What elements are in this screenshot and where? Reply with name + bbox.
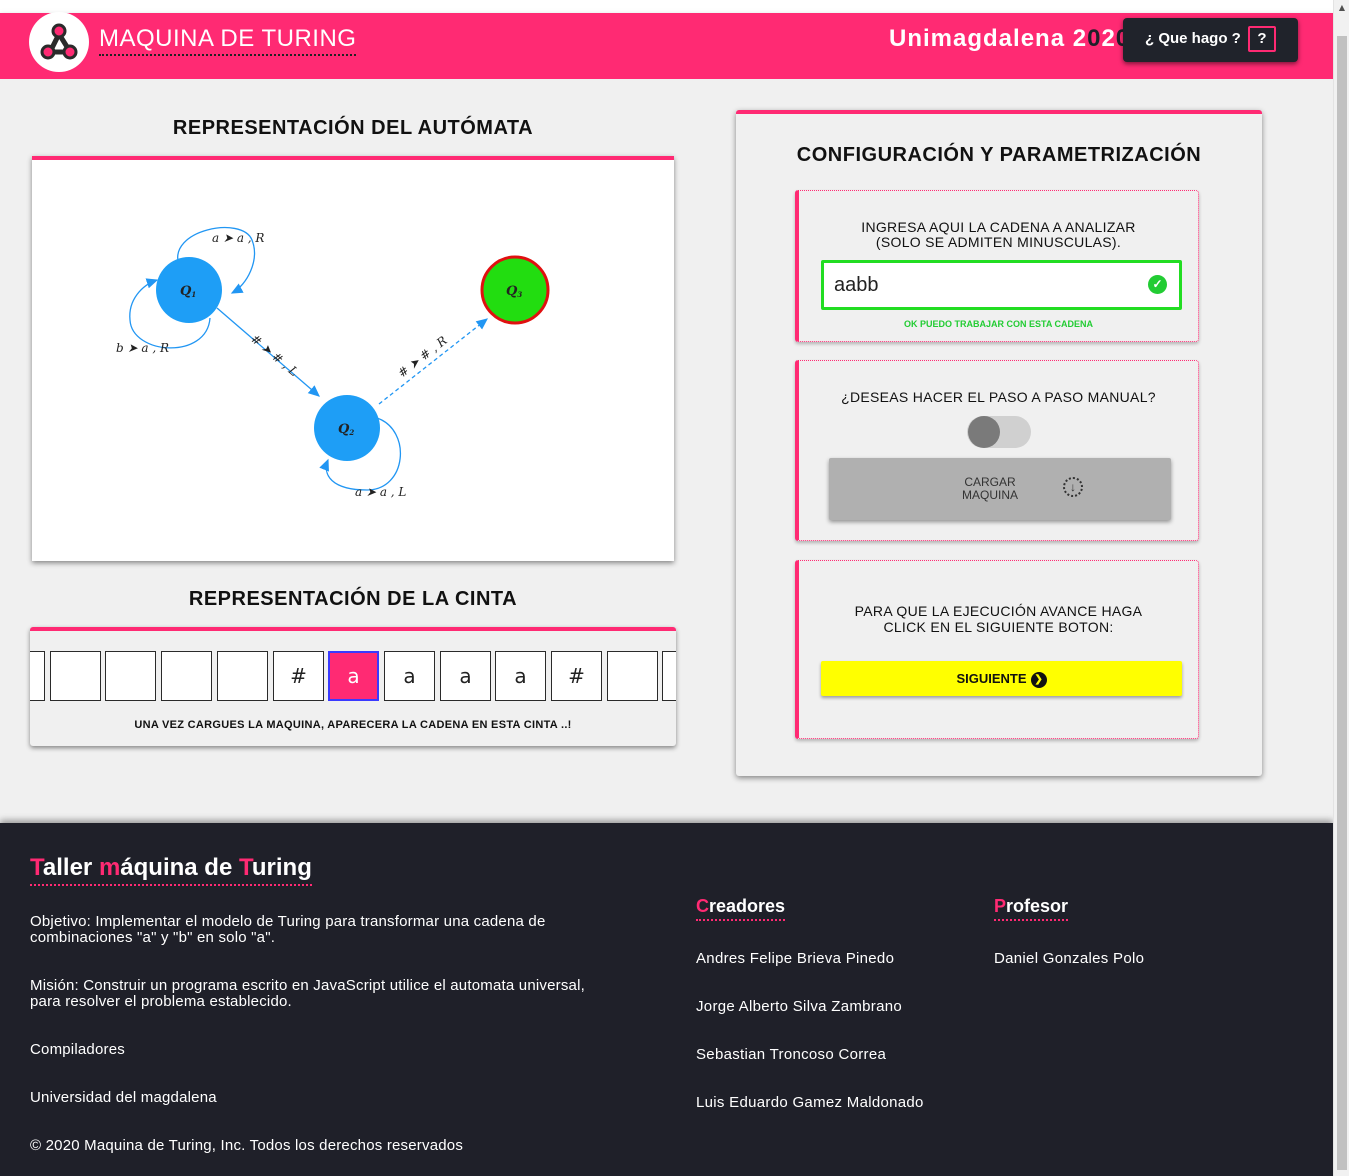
transition-label-q1-q1-a: a ➤ a , R xyxy=(212,231,264,245)
footer-title: Taller máquina de Turing xyxy=(30,854,312,886)
load-label-line-2: MAQUINA xyxy=(961,488,1018,502)
next-button-label: SIGUIENTE xyxy=(956,671,1027,686)
app-title-letter-t: T xyxy=(261,25,277,52)
check-circle-icon: ✓ xyxy=(1148,275,1167,294)
question-icon: ? xyxy=(1248,26,1276,52)
input-card: INGRESA AQUI LA CADENA A ANALIZAR (SOLO … xyxy=(795,190,1199,342)
string-input-value: aabb xyxy=(834,274,879,296)
top-navbar: MAQUINA DE TURING Unimagdalena 2020 ¿ Qu… xyxy=(0,12,1333,79)
tape-cell xyxy=(30,651,45,701)
input-label-1: INGRESA AQUI LA CADENA A ANALIZAR xyxy=(861,219,1136,235)
arrow-right-circle-icon: ❯ xyxy=(1030,671,1047,688)
footer-objective-2: combinaciones "a" y "b" en solo "a". xyxy=(30,929,276,946)
professor-title-p: P xyxy=(994,896,1007,916)
creators-title-c: C xyxy=(696,896,709,916)
scroll-up-arrow-icon[interactable]: ▲ xyxy=(1334,0,1349,16)
transition-label-q1-q2: # ➤ # , L xyxy=(248,332,301,380)
creators-title-rest: readores xyxy=(709,896,786,916)
creators-title: Creadores xyxy=(696,896,786,921)
app-title-end: URING xyxy=(276,25,357,52)
footer-mission-2: para resolver el problema establecido. xyxy=(30,993,292,1010)
download-icon: ↓ xyxy=(1063,477,1083,497)
tape-cell: # xyxy=(273,651,324,701)
scrollbar-thumb[interactable] xyxy=(1337,36,1347,1170)
footer: Taller máquina de Turing Objetivo: Imple… xyxy=(0,823,1333,1176)
tape-cell: a xyxy=(384,651,435,701)
transition-label-q2-q2: a ➤ a , L xyxy=(355,485,406,499)
footer-title-t: T xyxy=(30,854,43,881)
load-machine-button[interactable]: CARGAR MAQUINA ↓ xyxy=(829,458,1171,520)
input-label-2: (SOLO SE ADMITEN MINUSCULAS). xyxy=(875,234,1122,250)
footer-university: Universidad del magdalena xyxy=(30,1089,217,1106)
automaton-graph: Q1 Q2 Q3 a ➤ a , R b ➤ a , R a ➤ a , L #… xyxy=(116,226,550,499)
tape-cell: a xyxy=(495,651,546,701)
footer-mission-1: Misión: Construir un programa escrito en… xyxy=(30,977,585,994)
footer-copyright: © 2020 Maquina de Turing, Inc. Todos los… xyxy=(30,1137,464,1154)
creator-3: Sebastian Troncoso Correa xyxy=(696,1046,887,1063)
app-title-mid: AQUINA DE xyxy=(119,25,262,52)
brand-text: Unimagdalena 2020 xyxy=(889,25,1130,53)
tape-panel: # a a a a # UNA VEZ CARGUES LA MAQUINA, APARE… xyxy=(30,627,676,746)
app-title-letter-m: M xyxy=(99,25,120,52)
tape-cell: # xyxy=(551,651,602,701)
tape-title: REPRESENTACIÓN DE LA CINTA xyxy=(188,588,518,610)
brand-letter-u: U xyxy=(889,25,908,52)
tape-cell xyxy=(50,651,101,701)
footer-objective-1: Objetivo: Implementar el modelo de Turin… xyxy=(30,913,546,930)
professor-name: Daniel Gonzales Polo xyxy=(994,950,1145,967)
footer-title-aller: aller xyxy=(42,854,99,881)
transition-label-q2-q3: # ➤ # , R xyxy=(395,333,450,380)
exec-label-1: PARA QUE LA EJECUCIÓN AVANCE HAGA xyxy=(854,603,1143,619)
app-title[interactable]: MAQUINA DE TURING xyxy=(99,25,357,56)
footer-title-t2: T xyxy=(238,854,252,881)
automaton-title: REPRESENTACIÓN DEL AUTÓMATA xyxy=(172,117,534,139)
brand-mid: nimagdalena 2 xyxy=(907,25,1088,52)
transition-q2-q3 xyxy=(378,318,489,405)
tape-cell xyxy=(161,651,212,701)
execution-card: PARA QUE LA EJECUCIÓN AVANCE HAGA CLICK … xyxy=(795,560,1199,739)
brand-zero: 0 xyxy=(1087,25,1102,52)
creator-1: Andres Felipe Brieva Pinedo xyxy=(696,950,895,967)
professor-title-rest: rofesor xyxy=(1006,896,1069,916)
tape-cells: # a a a a # xyxy=(30,651,676,705)
footer-title-uring: uring xyxy=(251,854,312,881)
load-machine-label: CARGAR MAQUINA xyxy=(949,476,1031,502)
professor-title: Profesor xyxy=(994,896,1069,921)
footer-title-aquina: áquina de xyxy=(120,854,239,881)
tape-note: UNA VEZ CARGUES LA MAQUINA, APARECERA LA… xyxy=(134,719,572,731)
webhook-logo-icon[interactable] xyxy=(29,12,89,72)
footer-course: Compiladores xyxy=(30,1041,125,1058)
tape-cell xyxy=(607,651,658,701)
tape-cell xyxy=(217,651,268,701)
automaton-diagram: Q1 Q2 Q3 a ➤ a , R b ➤ a , R a ➤ a , L #… xyxy=(32,156,674,561)
tape-cell xyxy=(662,651,676,701)
input-valid-message: OK PUEDO TRABAJAR CON ESTA CADENA xyxy=(903,319,1093,329)
creator-4: Luis Eduardo Gamez Maldonado xyxy=(696,1094,924,1111)
next-button[interactable]: SIGUIENTE ❯ xyxy=(821,661,1182,696)
config-panel: CONFIGURACIÓN Y PARAMETRIZACIÓN INGRESA … xyxy=(736,110,1262,776)
manual-card: ¿DESEAS HACER EL PASO A PASO MANUAL? CAR… xyxy=(795,360,1199,541)
config-title: CONFIGURACIÓN Y PARAMETRIZACIÓN xyxy=(796,144,1202,166)
tape-cell xyxy=(105,651,156,701)
manual-question: ¿DESEAS HACER EL PASO A PASO MANUAL? xyxy=(841,389,1156,405)
manual-toggle[interactable] xyxy=(967,416,1031,448)
transition-label-q1-q1-b: b ➤ a , R xyxy=(116,341,169,355)
page-scrollbar[interactable]: ▲ xyxy=(1333,0,1349,1176)
brand-two: 2 xyxy=(1101,25,1116,52)
help-button-label: ¿ Que hago ? xyxy=(1145,30,1241,47)
tape-cell: a xyxy=(440,651,491,701)
creator-2: Jorge Alberto Silva Zambrano xyxy=(696,998,902,1015)
main-content: REPRESENTACIÓN DEL AUTÓMATA Q1 Q2 Q3 a ➤… xyxy=(0,79,1333,823)
help-button[interactable]: ¿ Que hago ? ? xyxy=(1123,18,1298,62)
tape-cell-active: a xyxy=(328,651,379,701)
toggle-knob xyxy=(968,416,1000,448)
string-input[interactable]: aabb ✓ xyxy=(821,260,1182,310)
footer-title-m: m xyxy=(98,854,121,881)
exec-label-2: CLICK EN EL SIGUIENTE BOTON: xyxy=(883,619,1114,635)
